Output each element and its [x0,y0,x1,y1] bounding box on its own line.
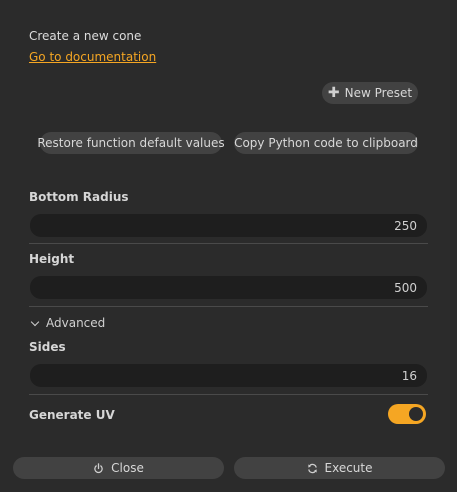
height-input[interactable]: 500 [30,276,427,299]
height-label: Height [29,252,75,266]
new-preset-label: New Preset [344,86,413,100]
plus-icon: ✚ [327,85,340,101]
sides-label: Sides [29,340,66,354]
divider [29,306,428,307]
divider [29,243,428,244]
new-preset-button[interactable]: ✚ New Preset [322,82,418,104]
sides-input[interactable]: 16 [30,364,427,387]
documentation-link[interactable]: Go to documentation [29,50,156,64]
execute-button[interactable]: Execute [234,457,445,479]
chevron-down-icon [30,317,40,326]
generate-uv-toggle[interactable] [388,404,426,424]
bottom-radius-input[interactable]: 250 [30,214,427,237]
divider [29,394,428,395]
power-icon [93,462,104,474]
generate-uv-label: Generate UV [29,408,115,422]
copy-python-button[interactable]: Copy Python code to clipboard [234,132,418,154]
bottom-radius-label: Bottom Radius [29,190,129,204]
restore-defaults-button[interactable]: Restore function default values [37,132,225,154]
dialog-description: Create a new cone [29,29,142,43]
close-button[interactable]: Close [13,457,224,479]
toggle-knob [409,407,423,421]
refresh-icon [307,463,318,474]
close-label: Close [111,461,144,475]
advanced-toggle[interactable]: Advanced [30,316,105,330]
advanced-label: Advanced [46,316,106,330]
execute-label: Execute [324,461,373,475]
